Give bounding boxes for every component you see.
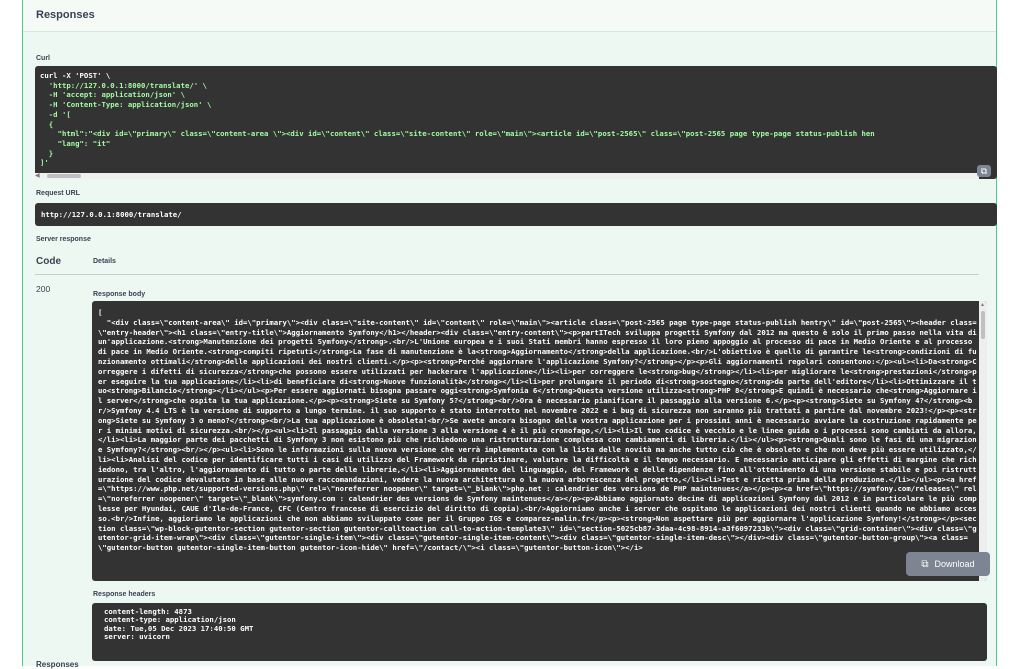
copy-icon: ⧉ bbox=[921, 558, 929, 570]
copy-curl-button[interactable]: ⧉ bbox=[977, 165, 991, 177]
response-header-line: server: uvicorn bbox=[104, 632, 170, 642]
response-headers-list: content-length: 4873 content-type: appli… bbox=[104, 607, 253, 642]
curl-line: -H 'Content-Type: application/json' \ bbox=[40, 100, 212, 110]
responses-panel: Responses Curl curl -X 'POST' \ 'http://… bbox=[22, 0, 997, 669]
curl-horizontal-scrollbar[interactable]: ◀ bbox=[35, 173, 979, 179]
curl-command: curl -X 'POST' \ 'http://127.0.0.1:8000/… bbox=[40, 71, 875, 168]
response-body-box[interactable]: [ "<div class=\"content-area\" id=\"prim… bbox=[92, 301, 987, 581]
curl-line: ]' bbox=[40, 158, 49, 168]
response-body-text: [ "<div class=\"content-area\" id=\"prim… bbox=[98, 308, 977, 553]
curl-line: "html":"<div id=\"primary\" class=\"cont… bbox=[40, 129, 875, 139]
responses-section-label: Responses bbox=[36, 660, 79, 669]
responses-header: Responses bbox=[23, 0, 996, 32]
scrollbar-thumb[interactable] bbox=[981, 311, 985, 339]
request-url-value: http://127.0.0.1:8000/translate/ bbox=[41, 210, 182, 219]
response-body-vertical-scrollbar[interactable]: ▲ bbox=[979, 301, 987, 581]
request-url-label: Request URL bbox=[36, 190, 80, 197]
curl-label: Curl bbox=[36, 55, 50, 62]
scroll-left-icon[interactable]: ◀ bbox=[35, 172, 40, 179]
scroll-up-icon[interactable]: ▲ bbox=[980, 302, 985, 308]
curl-line: "lang": "it" bbox=[40, 138, 111, 148]
server-response-label: Server response bbox=[36, 236, 91, 243]
curl-line: -d '[ bbox=[40, 109, 71, 119]
details-column-header: Details bbox=[93, 258, 116, 265]
curl-line: } bbox=[40, 148, 54, 158]
download-label: Download bbox=[934, 559, 975, 569]
curl-line: -H 'accept: application/json' \ bbox=[40, 90, 185, 100]
download-button[interactable]: ⧉ Download bbox=[906, 552, 990, 576]
curl-line: 'http://127.0.0.1:8000/translate/' \ bbox=[40, 80, 207, 90]
responses-title: Responses bbox=[36, 9, 95, 21]
code-column-header: Code bbox=[36, 256, 61, 267]
response-headers-label: Response headers bbox=[93, 591, 156, 598]
curl-line: curl -X 'POST' \ bbox=[40, 71, 111, 80]
response-body-label: Response body bbox=[93, 291, 146, 298]
response-code: 200 bbox=[36, 284, 51, 294]
table-divider bbox=[35, 274, 979, 275]
scrollbar-thumb[interactable] bbox=[47, 174, 81, 178]
request-url-box[interactable]: http://127.0.0.1:8000/translate/ bbox=[35, 203, 997, 226]
response-headers-box[interactable]: content-length: 4873 content-type: appli… bbox=[92, 603, 987, 661]
copy-icon: ⧉ bbox=[980, 165, 988, 176]
curl-code-block[interactable]: curl -X 'POST' \ 'http://127.0.0.1:8000/… bbox=[35, 66, 997, 179]
curl-line: { bbox=[40, 119, 54, 129]
